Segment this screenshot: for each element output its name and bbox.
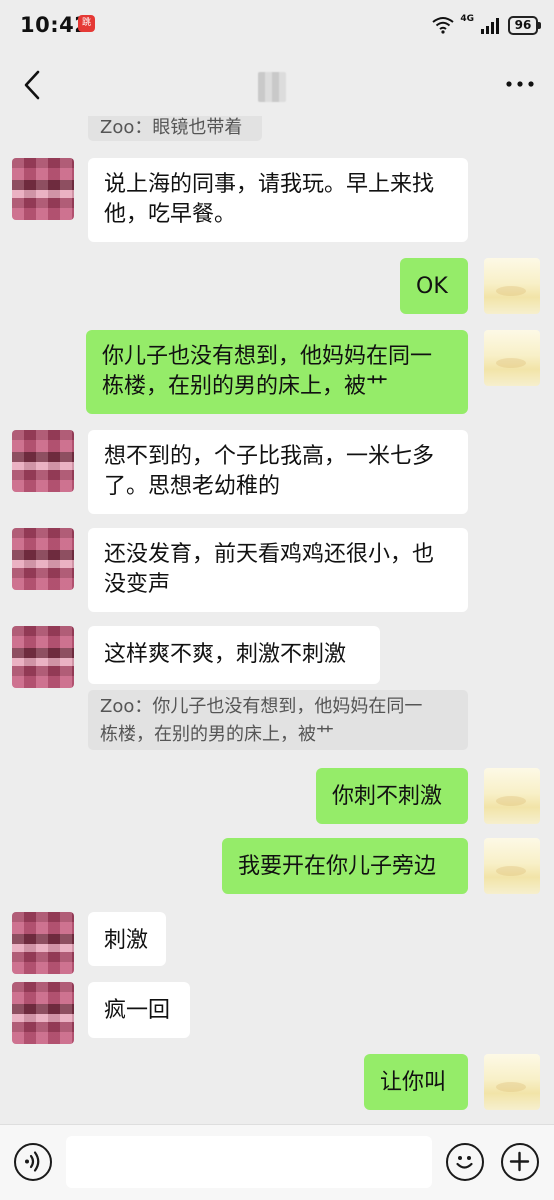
input-bar [0,1124,554,1200]
wifi-icon [432,16,454,34]
contact-avatar[interactable] [12,528,74,590]
contact-avatar[interactable] [12,158,74,220]
back-button[interactable] [18,68,48,102]
message-text-line: 还没发育，前天看鸡鸡还很小，也 [104,542,435,567]
message-text-line: 你儿子也没有想到，他妈妈在同一 [102,344,433,369]
chevron-left-icon [18,68,48,102]
message-text-line: 栋楼，在别的男的床上，被艹 [102,374,389,399]
quoted-reply[interactable]: Zoo：眼镜也带着 [88,116,262,141]
battery-indicator: 96 [508,15,541,35]
quoted-reply-text: 栋楼，在别的男的床上，被艹 [100,724,334,745]
my-avatar[interactable] [484,330,540,386]
signal-icon [480,16,502,34]
more-dots-icon [504,74,536,94]
contact-name-blurred [258,72,286,102]
plus-icon [503,1145,537,1178]
message-text: 我要开在你儿子旁边 [238,854,437,879]
message-bubble-sent[interactable]: 让你叫 [364,1054,468,1110]
message-text-line: 他，吃早餐。 [104,202,237,227]
message-text-line: 想不到的，个子比我高，一米七多 [104,444,435,469]
message-list[interactable]: Zoo：眼镜也带着 说上海的同事，请我玩。早上来找 他，吃早餐。 OK 你儿子也… [0,116,554,1124]
quoted-reply-text: Zoo：眼镜也带着 [100,117,243,138]
message-bubble-sent[interactable]: 我要开在你儿子旁边 [222,838,468,894]
message-text-line: 说上海的同事，请我玩。早上来找 [104,172,435,197]
message-text: 刺激 [104,928,149,953]
voice-icon [16,1145,50,1178]
message-bubble-received[interactable]: 这样爽不爽，刺激不刺激 [88,626,380,684]
message-text: 疯一回 [104,998,171,1023]
message-bubble-received[interactable]: 说上海的同事，请我玩。早上来找 他，吃早餐。 [88,158,468,242]
message-bubble-received[interactable]: 想不到的，个子比我高，一米七多 了。思想老幼稚的 [88,430,468,514]
message-bubble-received[interactable]: 疯一回 [88,982,190,1038]
voice-input-button[interactable] [14,1143,52,1181]
network-type-label: 4G [460,14,474,24]
my-avatar[interactable] [484,768,540,824]
message-text: 这样爽不爽，刺激不刺激 [104,642,347,667]
message-text-line: 了。思想老幼稚的 [104,474,281,499]
my-avatar[interactable] [484,258,540,314]
message-bubble-sent[interactable]: 你儿子也没有想到，他妈妈在同一 栋楼，在别的男的床上，被艹 [86,330,468,414]
message-bubble-received[interactable]: 刺激 [88,912,166,966]
chat-header [0,52,554,116]
my-avatar[interactable] [484,838,540,894]
message-text: 让你叫 [380,1070,447,1095]
contact-avatar[interactable] [12,912,74,974]
message-input[interactable] [66,1136,432,1188]
emoji-icon [448,1145,482,1178]
message-text-line: 没变声 [104,572,171,597]
status-indicators: 4G 96 [432,14,541,36]
more-options-button[interactable] [504,74,536,94]
message-text: OK [416,274,448,299]
message-text: 你刺不刺激 [332,784,443,809]
emoji-button[interactable] [446,1143,484,1181]
message-bubble-sent[interactable]: OK [400,258,468,314]
chat-screen: 10:42 跳 4G 96 Zoo：眼镜也带着 说上海的同事，请我玩。早上来找 … [0,0,554,1200]
status-bar: 10:42 跳 4G 96 [0,0,554,52]
app-notification-badge: 跳 [78,15,95,32]
quoted-reply[interactable]: Zoo：你儿子也没有想到，他妈妈在同一 栋楼，在别的男的床上，被艹 [88,690,468,750]
message-bubble-received[interactable]: 还没发育，前天看鸡鸡还很小，也 没变声 [88,528,468,612]
quoted-reply-text: Zoo：你儿子也没有想到，他妈妈在同一 [100,696,423,717]
contact-avatar[interactable] [12,982,74,1044]
my-avatar[interactable] [484,1054,540,1110]
contact-avatar[interactable] [12,430,74,492]
more-actions-button[interactable] [501,1143,539,1181]
contact-avatar[interactable] [12,626,74,688]
message-bubble-sent[interactable]: 你刺不刺激 [316,768,468,824]
